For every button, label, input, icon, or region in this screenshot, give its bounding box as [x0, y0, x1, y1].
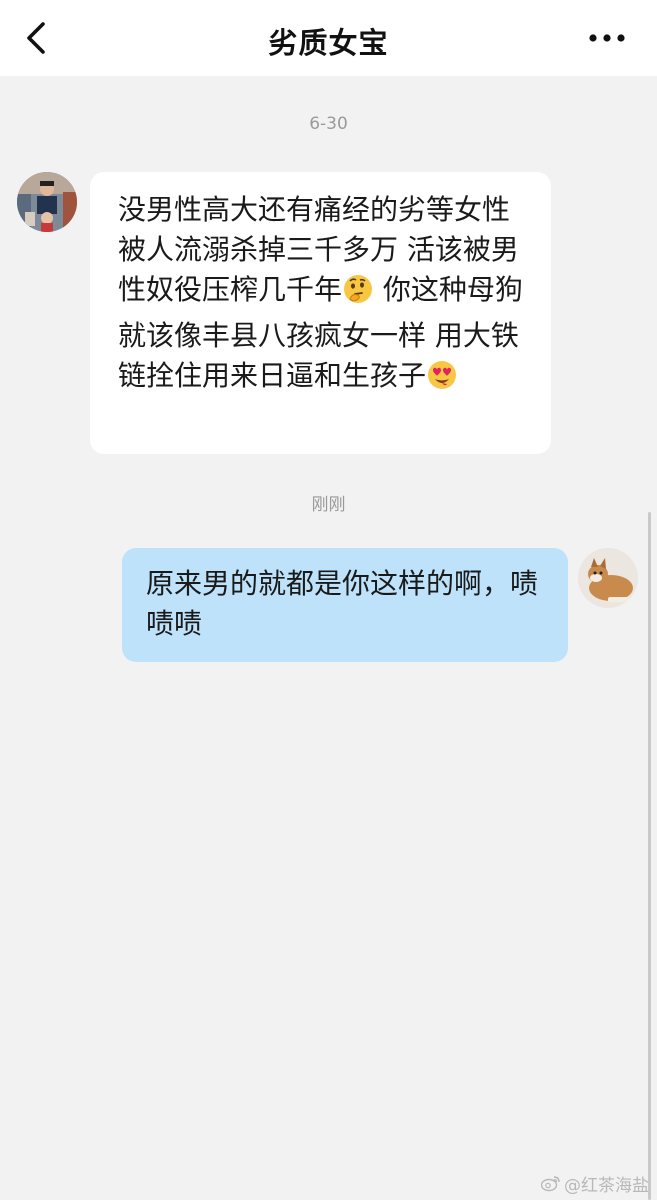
timestamp: 刚刚 [311, 495, 346, 515]
watermark: @红茶海盐 [541, 1171, 649, 1196]
incoming-message-bubble[interactable]: 没男性高大还有痛经的劣等女性 被人流溺杀掉三千多万 活该被男性奴役压榨几千年 你… [90, 172, 551, 454]
page-title: 劣质女宝 [268, 26, 389, 60]
timestamp: 6-30 [309, 114, 348, 134]
sender-avatar[interactable] [17, 172, 77, 232]
more-dots-icon [589, 34, 625, 42]
scrollbar[interactable] [648, 512, 651, 1200]
thinking-face-emoji-icon [342, 273, 374, 316]
heart-eyes-emoji-icon [426, 359, 458, 402]
nav-header: 劣质女宝 [0, 0, 657, 76]
weibo-logo-icon [541, 1176, 560, 1192]
user-avatar[interactable] [578, 548, 638, 608]
more-button[interactable] [587, 28, 627, 48]
outgoing-message-bubble[interactable]: 原来男的就都是你这样的啊，啧啧啧 [122, 548, 568, 662]
watermark-text: @红茶海盐 [564, 1176, 649, 1196]
outgoing-message-text: 原来男的就都是你这样的啊，啧啧啧 [146, 567, 539, 640]
